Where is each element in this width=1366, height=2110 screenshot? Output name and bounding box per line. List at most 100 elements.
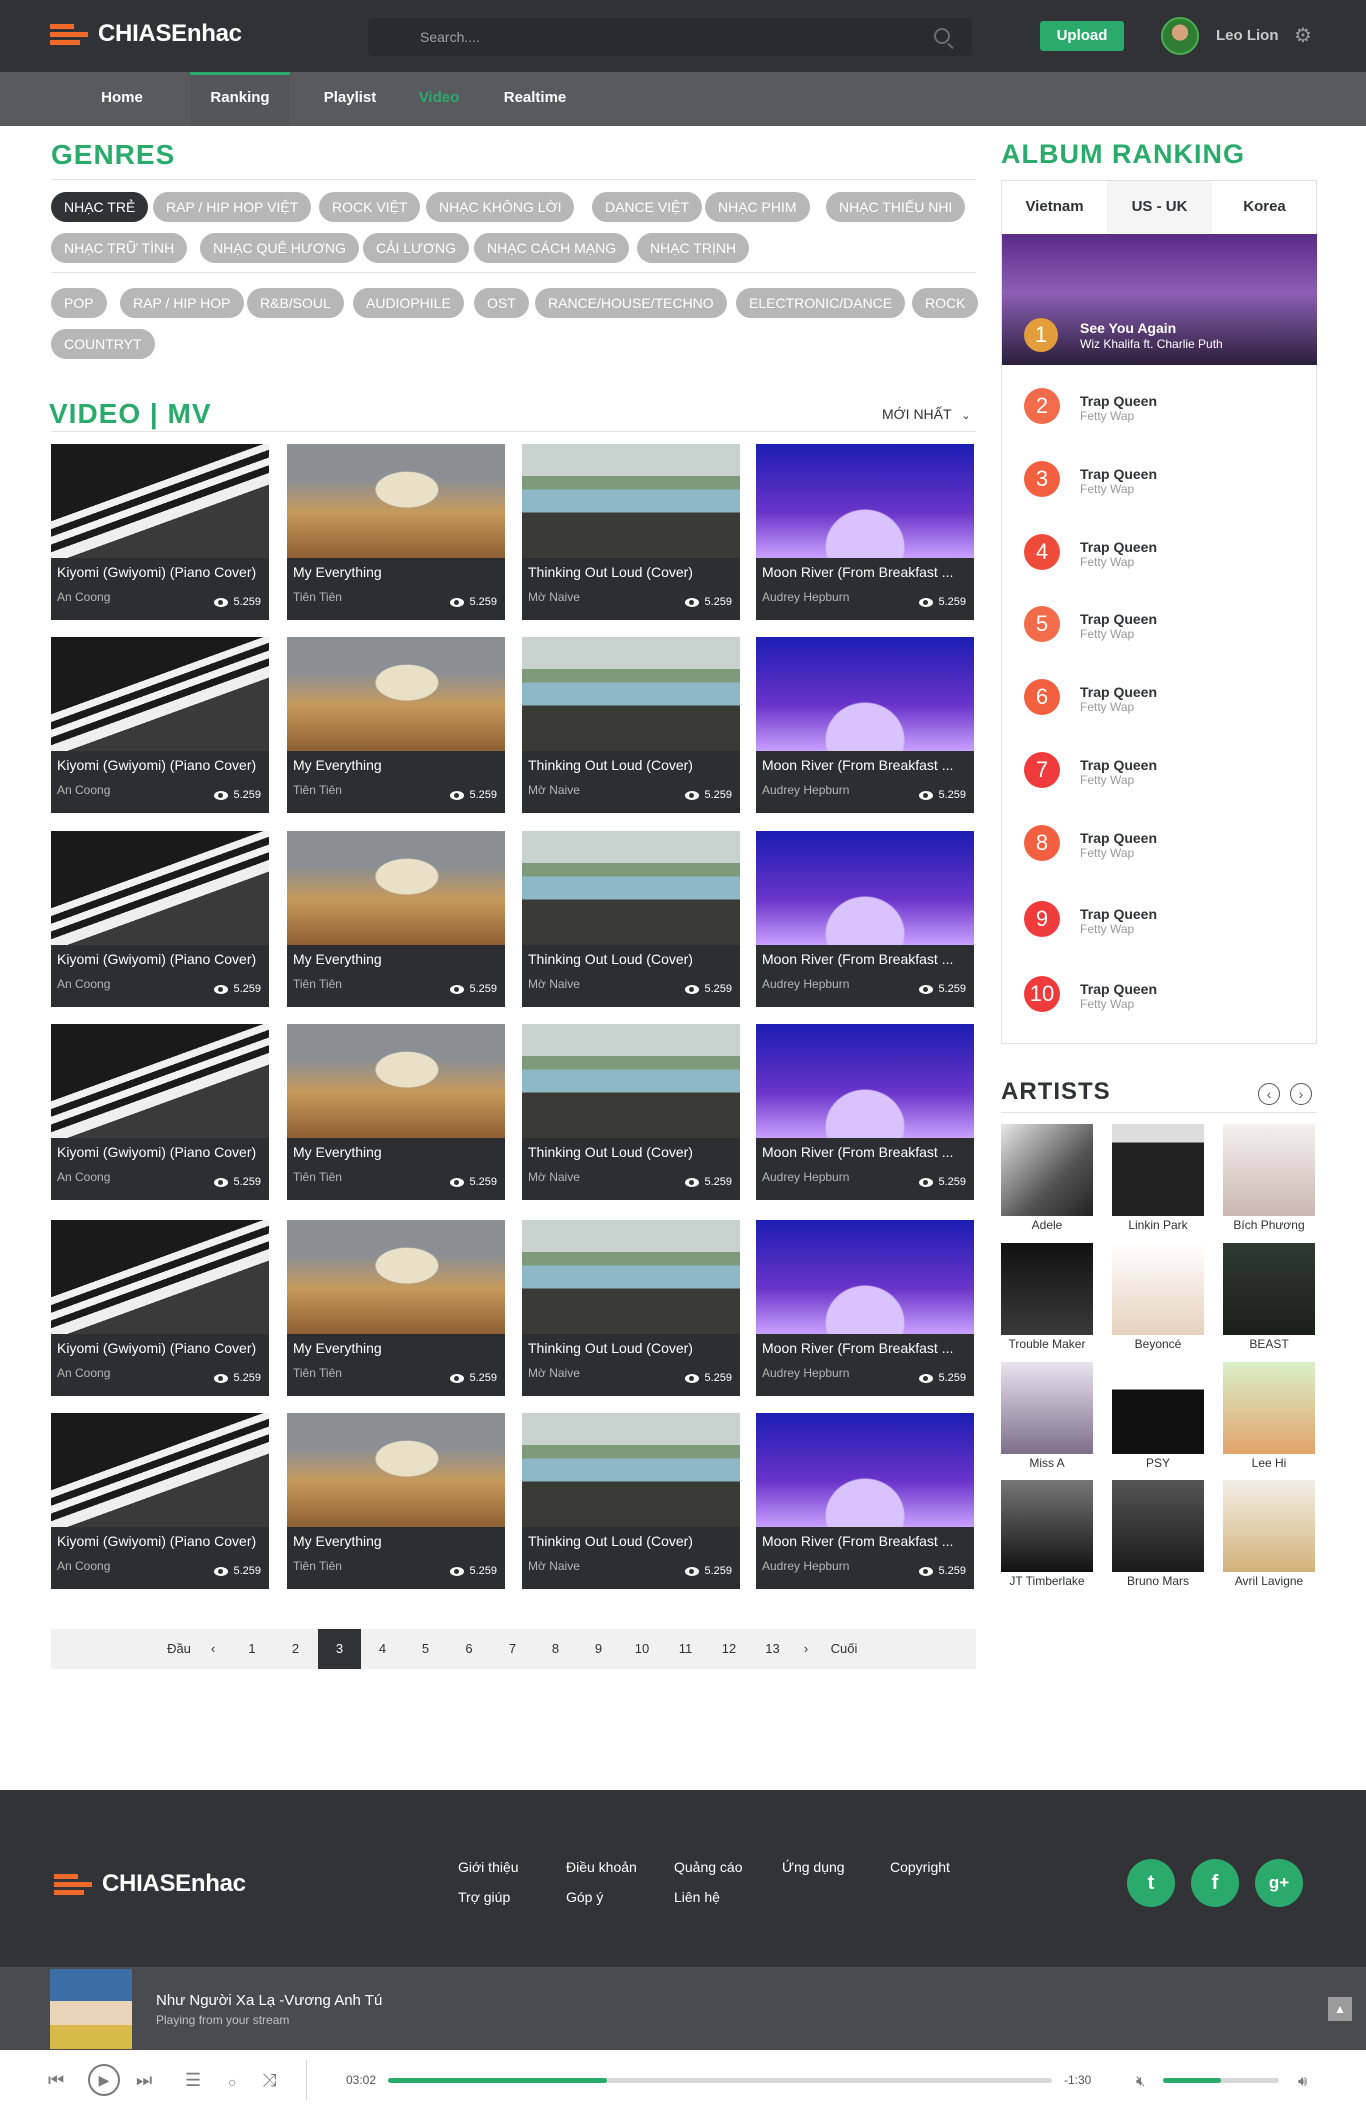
genre-tag[interactable]: AUDIOPHILE [353, 288, 464, 318]
page-link[interactable]: 11 [664, 1629, 707, 1669]
video-card[interactable]: Moon River (From Breakfast ... Audrey Hep… [756, 1024, 974, 1200]
genre-tag[interactable]: R&B/SOUL [247, 288, 344, 318]
genre-tag[interactable]: RAP / HIP HOP [120, 288, 244, 318]
video-title[interactable]: My Everything [293, 951, 499, 967]
video-title[interactable]: Thinking Out Loud (Cover) [528, 1533, 734, 1549]
tab-korea[interactable]: Korea [1212, 181, 1317, 233]
video-artist[interactable]: Mờ Naive [528, 977, 580, 991]
video-artist[interactable]: Mờ Naive [528, 1559, 580, 1573]
video-artist[interactable]: Audrey Hepburn [762, 1559, 849, 1573]
video-title[interactable]: Moon River (From Breakfast ... [762, 1533, 968, 1549]
video-thumbnail[interactable] [51, 1220, 269, 1334]
video-card[interactable]: My Everything Tiên Tiên 5.259 [287, 831, 505, 1007]
video-thumbnail[interactable] [522, 1024, 740, 1138]
artist-photo[interactable] [1112, 1362, 1204, 1454]
page-last[interactable]: Cuối [824, 1629, 864, 1669]
video-card[interactable]: Moon River (From Breakfast ... Audrey Hep… [756, 1220, 974, 1396]
page-link[interactable]: 9 [577, 1629, 620, 1669]
artist-name[interactable]: Bruno Mars [1112, 1574, 1204, 1588]
artist-card[interactable]: BEAST [1223, 1243, 1315, 1351]
genre-tag[interactable]: OST [474, 288, 529, 318]
video-artist[interactable]: Tiên Tiên [293, 783, 342, 797]
video-artist[interactable]: Audrey Hepburn [762, 590, 849, 604]
shuffle-icon[interactable]: ⤨ [262, 2071, 276, 2089]
page-first[interactable]: Đầu [159, 1629, 199, 1669]
artist-name[interactable]: Beyoncé [1112, 1337, 1204, 1351]
footer-link[interactable]: Quảng cáo [674, 1859, 743, 1875]
video-artist[interactable]: Mờ Naive [528, 1170, 580, 1184]
video-card[interactable]: Thinking Out Loud (Cover) Mờ Naive 5.259 [522, 831, 740, 1007]
artist-photo[interactable] [1223, 1480, 1315, 1572]
footer-link[interactable]: Góp ý [566, 1889, 603, 1905]
ranking-artist[interactable]: Fetty Wap [1080, 555, 1134, 569]
volume-slider[interactable] [1163, 2078, 1279, 2083]
genre-tag[interactable]: ROCK [912, 288, 979, 318]
video-card[interactable]: Moon River (From Breakfast ... Audrey Hep… [756, 637, 974, 813]
video-thumbnail[interactable] [522, 444, 740, 558]
facebook-icon[interactable]: f [1191, 1859, 1239, 1907]
video-title[interactable]: My Everything [293, 757, 499, 773]
video-thumbnail[interactable] [51, 1024, 269, 1138]
video-card[interactable]: Kiyomi (Gwiyomi) (Piano Cover) An Coong 5.… [51, 831, 269, 1007]
video-card[interactable]: Kiyomi (Gwiyomi) (Piano Cover) An Coong 5.… [51, 444, 269, 620]
video-title[interactable]: Moon River (From Breakfast ... [762, 757, 968, 773]
artist-name[interactable]: Trouble Maker [1001, 1337, 1093, 1351]
play-button[interactable]: ▶ [88, 2064, 120, 2096]
video-artist[interactable]: An Coong [57, 1559, 110, 1573]
artist-card[interactable]: Trouble Maker [1001, 1243, 1093, 1351]
page-link[interactable]: 7 [491, 1629, 534, 1669]
video-title[interactable]: Kiyomi (Gwiyomi) (Piano Cover) [57, 951, 263, 967]
artist-name[interactable]: PSY [1112, 1456, 1204, 1470]
artist-photo[interactable] [1223, 1124, 1315, 1216]
video-title[interactable]: My Everything [293, 1533, 499, 1549]
artist-name[interactable]: Bích Phương [1223, 1218, 1315, 1232]
artist-name[interactable]: BEAST [1223, 1337, 1315, 1351]
genre-tag[interactable]: DANCE VIỆT [592, 192, 703, 222]
ranking-title[interactable]: Trap Queen [1080, 466, 1157, 482]
ranking-title[interactable]: Trap Queen [1080, 684, 1157, 700]
artist-photo[interactable] [1112, 1480, 1204, 1572]
artist-card[interactable]: Linkin Park [1112, 1124, 1204, 1232]
previous-icon[interactable]: ⏮ [48, 2071, 64, 2089]
nav-ranking[interactable]: Ranking [190, 72, 290, 126]
genre-tag[interactable]: NHẠC QUÊ HƯƠNG [200, 233, 359, 263]
page-link[interactable]: 5 [404, 1629, 447, 1669]
video-title[interactable]: My Everything [293, 1144, 499, 1160]
genre-tag[interactable]: NHẠC CÁCH MẠNG [474, 233, 630, 263]
video-artist[interactable]: Mờ Naive [528, 783, 580, 797]
chevron-left-icon[interactable]: ‹ [1258, 1083, 1280, 1105]
genre-tag[interactable]: COUNTRYT [51, 329, 155, 359]
video-card[interactable]: Thinking Out Loud (Cover) Mờ Naive 5.259 [522, 1413, 740, 1589]
ranking-artist[interactable]: Fetty Wap [1080, 846, 1134, 860]
genre-tag[interactable]: RAP / HIP HOP VIỆT [153, 192, 312, 222]
video-title[interactable]: Kiyomi (Gwiyomi) (Piano Cover) [57, 564, 263, 580]
video-artist[interactable]: An Coong [57, 783, 110, 797]
video-card[interactable]: Thinking Out Loud (Cover) Mờ Naive 5.259 [522, 1024, 740, 1200]
video-artist[interactable]: Tiên Tiên [293, 977, 342, 991]
video-title[interactable]: Kiyomi (Gwiyomi) (Piano Cover) [57, 1340, 263, 1356]
gear-icon[interactable]: ⚙ [1294, 26, 1312, 46]
video-thumbnail[interactable] [287, 1220, 505, 1334]
ranking-title[interactable]: Trap Queen [1080, 906, 1157, 922]
video-thumbnail[interactable] [287, 1413, 505, 1527]
ranking-artist[interactable]: Fetty Wap [1080, 627, 1134, 641]
ranking-artist[interactable]: Fetty Wap [1080, 409, 1134, 423]
footer-link[interactable]: Điều khoản [566, 1859, 637, 1875]
video-artist[interactable]: An Coong [57, 590, 110, 604]
video-artist[interactable]: Tiên Tiên [293, 1170, 342, 1184]
next-icon[interactable]: ⏭ [136, 2071, 152, 2089]
footer-link[interactable]: Copyright [890, 1859, 950, 1875]
video-thumbnail[interactable] [287, 1024, 505, 1138]
nav-playlist[interactable]: Playlist [310, 72, 390, 126]
video-thumbnail[interactable] [522, 831, 740, 945]
chevron-right-icon[interactable]: › [796, 1629, 816, 1669]
ranking-artist[interactable]: Fetty Wap [1080, 700, 1134, 714]
video-thumbnail[interactable] [756, 444, 974, 558]
video-thumbnail[interactable] [756, 831, 974, 945]
user-name[interactable]: Leo Lion [1216, 27, 1279, 44]
google-plus-icon[interactable]: g+ [1255, 1859, 1303, 1907]
track-title[interactable]: Như Người Xa Lạ -Vương Anh Tú [156, 1992, 382, 2009]
artist-photo[interactable] [1001, 1243, 1093, 1335]
video-title[interactable]: Moon River (From Breakfast ... [762, 1144, 968, 1160]
genre-tag[interactable]: NHẠC THIẾU NHI [826, 192, 966, 222]
